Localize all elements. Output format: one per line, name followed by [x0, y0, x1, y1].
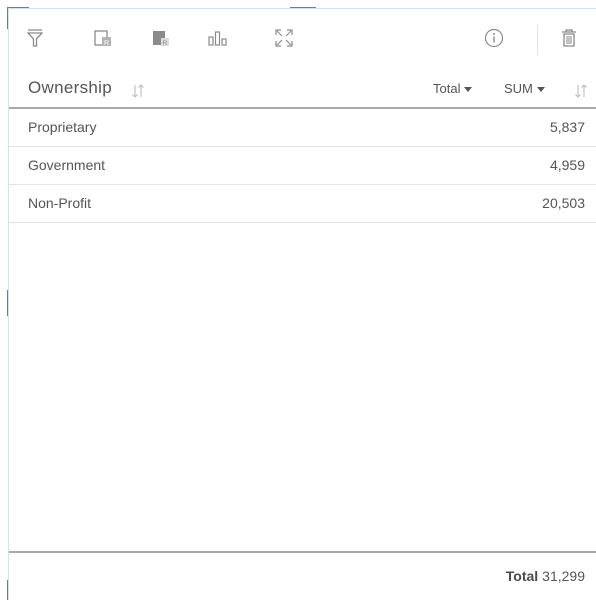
summary-table-card: R R Ownership Total SUM Proprietary 5,83…	[8, 8, 596, 600]
aggregation-label: Total	[433, 81, 461, 96]
statistic-label: SUM	[504, 81, 533, 96]
card-flip-back-icon[interactable]: R	[92, 27, 114, 49]
toolbar-divider	[537, 25, 538, 55]
category-column-header[interactable]: Ownership	[28, 78, 112, 98]
statistic-dropdown[interactable]: SUM	[504, 81, 545, 96]
aggregation-dropdown[interactable]: Total	[433, 81, 473, 96]
table-header: Ownership Total SUM	[9, 67, 596, 109]
row-value: 20,503	[542, 195, 585, 211]
info-icon[interactable]	[483, 27, 505, 49]
card-toolbar: R R	[9, 9, 596, 67]
row-category: Proprietary	[28, 119, 97, 135]
table-row[interactable]: Non-Profit 20,503	[9, 185, 596, 223]
table-row[interactable]: Proprietary 5,837	[9, 109, 596, 147]
table-footer: Total 31,299	[9, 551, 596, 601]
row-category: Non-Profit	[28, 195, 92, 211]
sort-category-icon[interactable]	[131, 82, 145, 100]
svg-text:R: R	[163, 40, 168, 47]
chevron-down-icon	[536, 87, 545, 93]
table-body: Proprietary 5,837 Government 4,959 Non-P…	[9, 109, 596, 223]
table-row[interactable]: Government 4,959	[9, 147, 596, 185]
row-value: 4,959	[549, 157, 585, 173]
row-category: Government	[28, 157, 106, 173]
trash-icon[interactable]	[558, 27, 580, 49]
visualization-type-icon[interactable]	[207, 27, 229, 49]
maximize-icon[interactable]	[273, 27, 295, 49]
footer-total-label: Total	[505, 568, 539, 584]
svg-text:R: R	[104, 40, 109, 47]
filter-icon[interactable]	[24, 27, 46, 49]
footer-total-value: 31,299	[542, 568, 585, 584]
footer-total: Total 31,299	[506, 568, 585, 584]
card-flip-front-icon[interactable]: R	[150, 27, 172, 49]
sort-value-icon[interactable]	[574, 82, 588, 100]
chevron-down-icon	[464, 87, 473, 93]
row-value: 5,837	[549, 119, 585, 135]
